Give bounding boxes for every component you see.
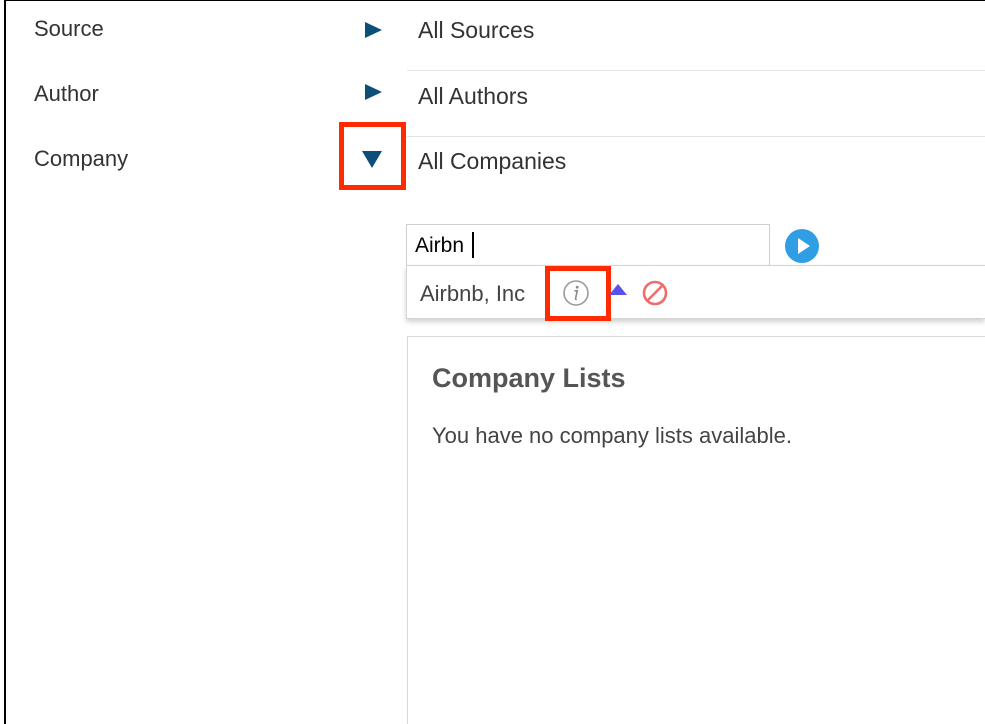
filter-value-source[interactable]: All Sources [418,17,534,44]
company-lists-empty-message: You have no company lists available. [432,423,792,448]
divider [407,136,985,137]
company-lists-title: Company Lists [432,363,626,393]
highlight-box-info [545,266,611,321]
suggestion-item[interactable]: Airbnb, Inc [406,265,985,319]
company-lists-panel: Company Lists You have no company lists … [407,336,985,724]
text-caret [472,232,474,258]
filter-label-author: Author [34,81,99,106]
expand-source-icon[interactable] [365,22,382,38]
filter-label-source: Source [34,16,104,41]
filter-value-author[interactable]: All Authors [418,83,528,110]
company-search-input[interactable] [406,224,770,266]
expand-author-icon[interactable] [365,84,382,100]
suggestion-name[interactable]: Airbnb, Inc [420,281,525,307]
divider [407,70,985,71]
collapse-company-icon[interactable] [362,151,382,168]
exclude-icon[interactable] [641,279,669,312]
include-up-icon[interactable] [609,284,627,295]
play-circle-icon[interactable] [785,229,819,263]
filter-label-company: Company [34,146,129,171]
filter-value-company[interactable]: All Companies [418,148,566,175]
